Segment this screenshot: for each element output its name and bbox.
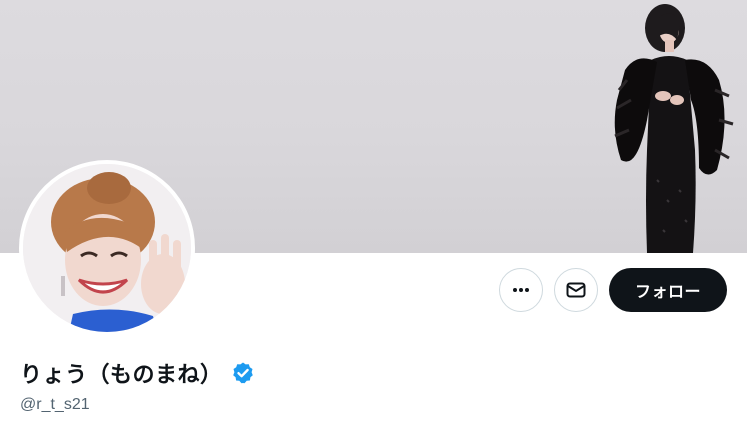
more-options-button[interactable] <box>499 268 543 312</box>
avatar-image <box>23 164 191 332</box>
display-name-row: りょう（ものまね） <box>20 355 255 391</box>
profile-page: フォロー りょう（ものまね） @r_t_s21 <box>0 0 747 426</box>
avatar-portrait-illustration <box>23 164 191 332</box>
user-handle: @r_t_s21 <box>20 396 90 413</box>
follow-button[interactable]: フォロー <box>609 268 727 312</box>
mail-icon <box>566 282 586 298</box>
banner-person-image <box>614 4 734 253</box>
display-name: りょう（ものまね） <box>20 363 223 388</box>
verified-badge-icon[interactable] <box>231 361 255 385</box>
more-horizontal-icon <box>513 288 529 292</box>
message-button[interactable] <box>554 268 598 312</box>
profile-avatar[interactable] <box>19 160 195 336</box>
